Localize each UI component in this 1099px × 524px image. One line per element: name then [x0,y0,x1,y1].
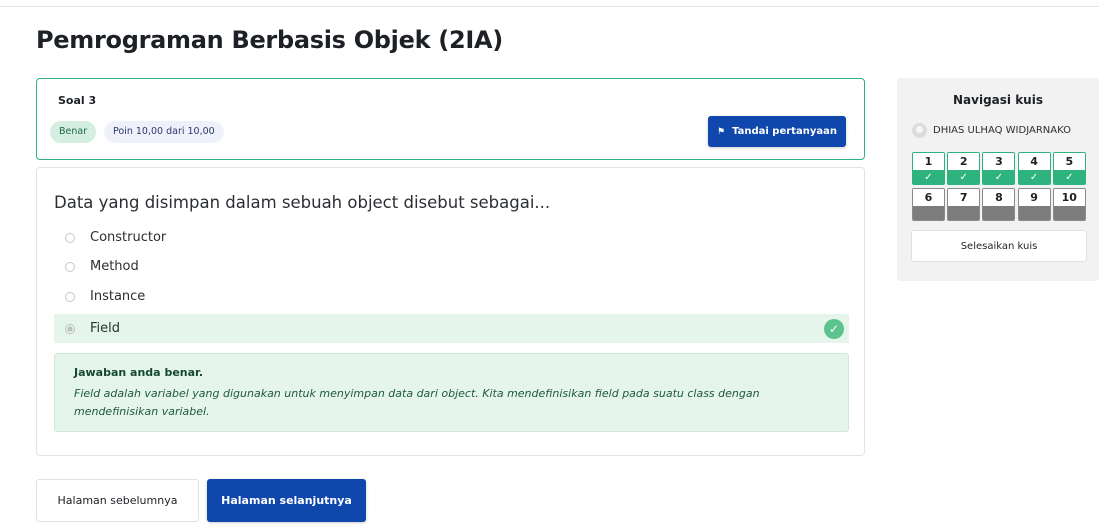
answer-radio[interactable] [65,232,75,243]
answer-option-method[interactable]: Method [54,252,849,281]
page-title: Pemrograman Berbasis Objek (2IA) [36,26,503,54]
question-nav-3[interactable]: 3 ✓ [982,152,1016,185]
check-icon: ✓ [824,319,844,339]
question-nav-number: 6 [913,189,944,206]
quiz-navigation-title: Navigasi kuis [953,93,1043,107]
answer-option-field[interactable]: Field ✓ [54,314,849,343]
question-nav-2[interactable]: 2 ✓ [947,152,981,185]
unanswered-status [913,206,944,220]
top-divider [0,6,1099,7]
check-icon: ✓ [983,170,1015,184]
next-page-button[interactable]: Halaman selanjutnya [207,479,366,522]
question-nav-number: 8 [983,189,1015,206]
points-badge: Poin 10,00 dari 10,00 [104,121,224,143]
question-info-box: Soal 3 Benar Poin 10,00 dari 10,00 ⚑ Tan… [36,78,865,160]
unanswered-status [983,206,1015,220]
answer-label: Constructor [90,230,167,245]
question-number: Soal 3 [58,94,97,107]
answer-label: Method [90,259,139,274]
check-icon: ✓ [1018,170,1050,184]
feedback-title: Jawaban anda benar. [74,366,204,379]
status-badge: Benar [50,121,97,143]
question-content-box: Data yang disimpan dalam sebuah object d… [36,167,865,456]
answer-radio-selected[interactable] [65,323,75,334]
question-nav-1[interactable]: 1 ✓ [912,152,945,185]
answer-radio[interactable] [65,261,75,272]
answer-radio[interactable] [65,291,75,302]
question-nav-number: 7 [948,189,980,206]
answer-option-constructor[interactable]: Constructor [54,223,849,252]
answer-option-instance[interactable]: Instance [54,282,849,311]
question-nav-number: 10 [1053,189,1085,206]
check-icon: ✓ [948,170,980,184]
unanswered-status [1018,206,1050,220]
answer-label: Field [90,321,121,336]
question-nav-number: 2 [948,153,980,170]
flag-question-button[interactable]: ⚑ Tandai pertanyaan [708,116,846,147]
question-text: Data yang disimpan dalam sebuah object d… [54,193,551,212]
question-nav-10[interactable]: 10 [1052,188,1086,221]
question-nav-7[interactable]: 7 [947,188,981,221]
flag-question-label: Tandai pertanyaan [732,126,837,137]
question-nav-6[interactable]: 6 [912,188,945,221]
unanswered-status [1053,206,1085,220]
quiz-navigation-panel: Navigasi kuis DHIAS ULHAQ WIDJARNAKO 1 ✓ 2… [897,78,1099,281]
question-nav-5[interactable]: 5 ✓ [1052,152,1086,185]
question-nav-number: 1 [913,153,944,170]
user-name: DHIAS ULHAQ WIDJARNAKO [933,125,1071,136]
question-nav-number: 3 [983,153,1015,170]
question-nav-number: 4 [1018,153,1050,170]
feedback-box: Jawaban anda benar. Field adalah variabe… [54,353,849,432]
check-icon: ✓ [913,170,944,184]
unanswered-status [948,206,980,220]
feedback-text: Field adalah variabel yang digunakan unt… [74,387,760,418]
question-nav-number: 9 [1018,189,1050,206]
check-icon: ✓ [1053,170,1085,184]
question-nav-4[interactable]: 4 ✓ [1017,152,1051,185]
avatar [912,123,927,138]
question-nav-9[interactable]: 9 [1017,188,1051,221]
flag-icon: ⚑ [717,126,726,137]
question-nav-8[interactable]: 8 [982,188,1016,221]
user-info: DHIAS ULHAQ WIDJARNAKO [912,123,1071,138]
previous-page-button[interactable]: Halaman sebelumnya [36,479,199,522]
finish-quiz-button[interactable]: Selesaikan kuis [911,230,1087,262]
answer-label: Instance [90,289,146,304]
question-nav-number: 5 [1053,153,1085,170]
